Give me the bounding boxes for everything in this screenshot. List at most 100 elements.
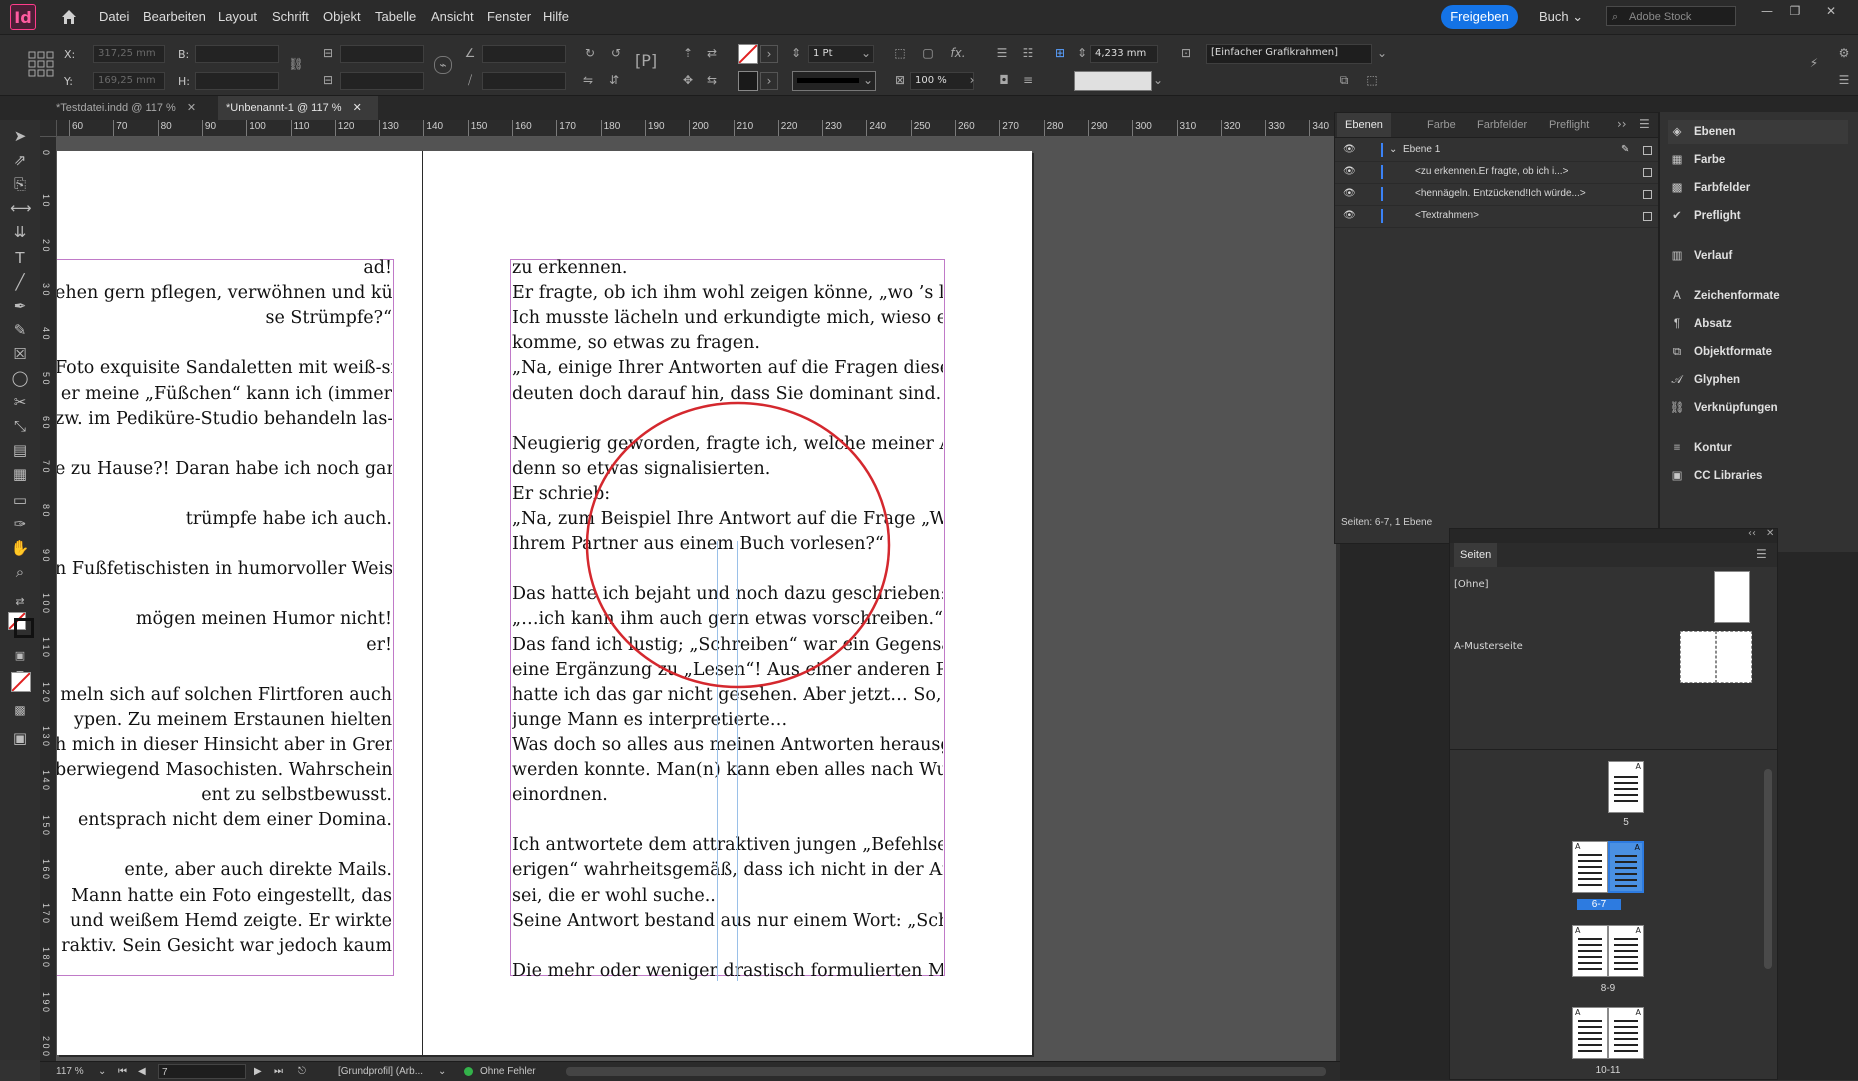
- menu-layout[interactable]: Layout: [218, 9, 257, 24]
- text-line[interactable]: [512, 407, 943, 432]
- stroke-swatch-icon[interactable]: [14, 618, 34, 638]
- offset-stepper-icon[interactable]: ⇕: [1074, 45, 1090, 61]
- menu-tabelle[interactable]: Tabelle: [375, 9, 416, 24]
- none-master-thumb[interactable]: [1714, 571, 1750, 623]
- formatting-affects-container-icon[interactable]: ▣ T: [10, 646, 30, 682]
- page-thumb-5[interactable]: A: [1608, 761, 1644, 813]
- menu-objekt[interactable]: Objekt: [323, 9, 361, 24]
- collapse-icon[interactable]: ‹‹: [1748, 528, 1756, 539]
- preflight-profile[interactable]: [Grundprofil] (Arb...: [338, 1062, 423, 1081]
- chevron-down-icon[interactable]: ⌄: [1374, 45, 1390, 61]
- first-page-icon[interactable]: ⏮: [118, 1062, 127, 1081]
- menu-schrift[interactable]: Schrift: [272, 9, 309, 24]
- layer-item-row[interactable]: 👁 <zu erkennen.Er fragte, ob ich i...>: [1335, 161, 1658, 184]
- text-line[interactable]: er!: [57, 633, 392, 658]
- page-thumb-6[interactable]: A: [1572, 841, 1608, 893]
- text-line[interactable]: se Strümpfe?“: [57, 306, 392, 331]
- path-p-icon[interactable]: [P]: [635, 53, 657, 69]
- text-line[interactable]: [512, 557, 943, 582]
- flip-vertical-icon[interactable]: ⇵: [606, 72, 622, 88]
- layer-row-ebene1[interactable]: 👁 ⌄ Ebene 1 ✎: [1335, 139, 1658, 162]
- text-wrap-jump-icon[interactable]: ≡: [1020, 72, 1036, 88]
- text-line[interactable]: ypen. Zu meinem Erstaunen hielten: [57, 708, 392, 733]
- swap-fill-stroke-icon[interactable]: ⇄: [10, 592, 30, 612]
- object-style-select[interactable]: [Einfacher Grafikrahmen]: [1206, 44, 1372, 64]
- x-field[interactable]: 317,25 mm: [93, 45, 165, 63]
- collapse-panel-icon[interactable]: ››: [1617, 117, 1627, 131]
- text-line[interactable]: Foto exquisite Sandaletten mit weiß-sil-: [57, 356, 392, 381]
- text-line[interactable]: e zu Hause?! Daran habe ich noch gar: [57, 457, 392, 482]
- text-line[interactable]: „Na, zum Beispiel Ihre Antwort auf die F…: [512, 507, 943, 532]
- text-line[interactable]: zu erkennen.: [512, 256, 943, 281]
- lightning-icon[interactable]: ⚡: [1806, 55, 1822, 71]
- tab-seiten[interactable]: Seiten: [1454, 543, 1498, 567]
- select-item-square[interactable]: [1643, 190, 1652, 199]
- scale-x-field[interactable]: [340, 45, 424, 63]
- panel-farbe[interactable]: ▦ Farbe: [1668, 148, 1848, 172]
- close-tab-icon[interactable]: ✕: [353, 102, 362, 114]
- text-line[interactable]: deuten doch darauf hin, dass Sie dominan…: [512, 382, 943, 407]
- note-tool-icon[interactable]: ▭: [10, 490, 30, 510]
- page-thumb-8[interactable]: A: [1572, 925, 1608, 977]
- page-thumb-10[interactable]: A: [1572, 1007, 1608, 1059]
- link-scale-icon[interactable]: ⌁: [434, 56, 452, 74]
- tab-farbfelder[interactable]: Farbfelder: [1469, 113, 1535, 137]
- text-line[interactable]: er meine „Füßchen“ kann ich (immer: [57, 382, 392, 407]
- text-line[interactable]: Das hatte ich bejaht und noch dazu gesch…: [512, 582, 943, 607]
- zoom-tool-icon[interactable]: ⌕: [10, 562, 30, 582]
- flip-horizontal-icon[interactable]: ⇋: [580, 72, 596, 88]
- text-line[interactable]: Was doch so alles aus meinen Antworten h…: [512, 733, 943, 758]
- text-line[interactable]: n Fußfetischisten in humorvoller Weise: [57, 557, 392, 582]
- panel-objektformate[interactable]: ⧉ Objektformate: [1668, 340, 1848, 364]
- text-line[interactable]: ente, aber auch direkte Mails.: [57, 858, 392, 883]
- close-panel-icon[interactable]: ✕: [1766, 528, 1774, 539]
- text-line[interactable]: Ich antwortete dem attraktiven jungen „B…: [512, 833, 943, 858]
- apply-color-icon[interactable]: ▩: [10, 700, 30, 720]
- text-line[interactable]: komme, so etwas zu fragen.: [512, 331, 943, 356]
- restore-icon[interactable]: ❐: [1784, 4, 1806, 20]
- panel-ebenen[interactable]: ◈ Ebenen: [1668, 120, 1848, 144]
- text-line[interactable]: Ich musste lächeln und erkundigte mich, …: [512, 306, 943, 331]
- page-tool-icon[interactable]: ⎘: [10, 174, 30, 194]
- adobe-stock-search[interactable]: ⌕ Adobe Stock: [1606, 6, 1736, 26]
- chevron-down-icon[interactable]: ⌄: [98, 1062, 106, 1081]
- chevron-down-icon[interactable]: ⌄: [858, 45, 874, 61]
- home-icon[interactable]: [60, 8, 78, 26]
- text-line[interactable]: „…ich kann ihm auch gern etwas vorschrei…: [512, 607, 943, 632]
- pencil-tool-icon[interactable]: ✎: [10, 320, 30, 340]
- text-line[interactable]: Seine Antwort bestand aus nur einem Wort…: [512, 909, 943, 934]
- ellipse-tool-icon[interactable]: ◯: [10, 368, 30, 388]
- panel-menu-icon[interactable]: ☰: [1756, 547, 1767, 561]
- text-frame-right[interactable]: zu erkennen. Er fragte, ob ich ihm wohl z…: [510, 256, 945, 981]
- fill-none-swatch[interactable]: [738, 44, 758, 64]
- corner-shape-select[interactable]: [1074, 71, 1152, 91]
- chevron-down-icon[interactable]: ⌄: [1150, 72, 1166, 88]
- page-thumb-11[interactable]: A: [1608, 1007, 1644, 1059]
- text-line[interactable]: ent zu selbstbewusst.: [57, 783, 392, 808]
- pasteboard[interactable]: ad! ehen gern pflegen, verwöhnen und küs-…: [57, 137, 1336, 1062]
- type-tool-icon[interactable]: T: [10, 248, 30, 268]
- chevron-down-icon[interactable]: ⌄: [860, 72, 876, 88]
- apply-none-icon[interactable]: [11, 672, 31, 692]
- text-line[interactable]: Er fragte, ob ich ihm wohl zeigen könne,…: [512, 281, 943, 306]
- stroke-swatch[interactable]: [738, 71, 758, 91]
- a-master-thumb-left[interactable]: [1680, 631, 1716, 683]
- select-next-icon[interactable]: ⇆: [704, 72, 720, 88]
- menu-bearbeiten[interactable]: Bearbeiten: [143, 9, 206, 24]
- layer-item-row[interactable]: 👁 <hennägeln. Entzückend!Ich würde...>: [1335, 183, 1658, 206]
- text-line[interactable]: Er schrieb:: [512, 482, 943, 507]
- content-collector-icon[interactable]: ⇊: [10, 222, 30, 242]
- selection-tool-icon[interactable]: ➤: [10, 126, 30, 146]
- page-number-field[interactable]: 7: [158, 1064, 246, 1079]
- scissors-tool-icon[interactable]: ✂: [10, 392, 30, 412]
- text-line[interactable]: [57, 582, 392, 607]
- shear-field[interactable]: [482, 72, 566, 90]
- tab-ebenen[interactable]: Ebenen: [1337, 113, 1391, 137]
- workspace-select[interactable]: Buch ⌄: [1539, 9, 1583, 25]
- rectangle-frame-tool-icon[interactable]: ☒: [10, 344, 30, 364]
- text-line[interactable]: werden konnte. Man(n) kann eben alles na…: [512, 758, 943, 783]
- chevron-down-icon[interactable]: ⌄: [438, 1062, 446, 1081]
- menu-hilfe[interactable]: Hilfe: [543, 9, 569, 24]
- text-line[interactable]: einordnen.: [512, 783, 943, 808]
- tab-testdatei[interactable]: *Testdatei.indd @ 117 % ✕: [48, 96, 208, 120]
